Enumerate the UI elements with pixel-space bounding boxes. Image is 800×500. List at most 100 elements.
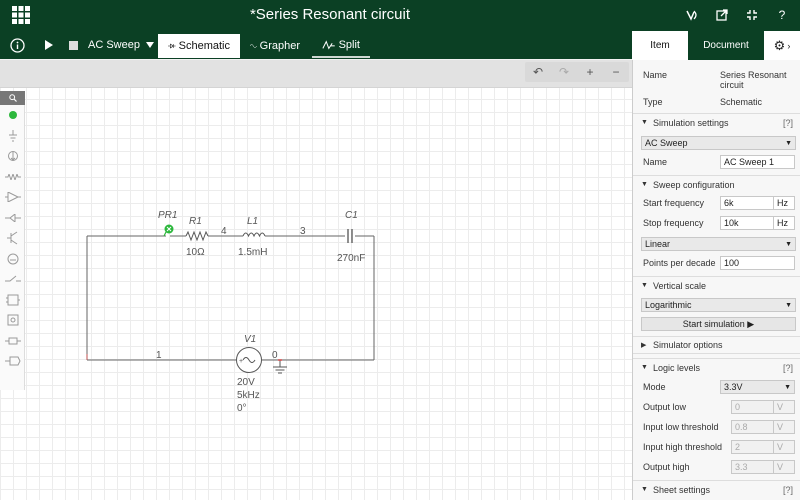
input-low-input[interactable]: 0.8	[731, 420, 774, 434]
logic-mode-value: 3.3V	[724, 382, 743, 392]
start-frequency-unit: Hz	[774, 196, 795, 210]
resistor-r1[interactable]	[185, 230, 209, 242]
v1-phase: 0°	[237, 403, 247, 414]
diode-icon	[168, 43, 176, 49]
hint-icon[interactable]	[684, 7, 700, 23]
analysis-type-value: AC Sweep	[645, 138, 688, 148]
input-high-unit: V	[774, 440, 795, 454]
c1-value: 270nF	[337, 253, 366, 264]
output-low-unit: V	[774, 400, 795, 414]
property-name-value: Series Resonant circuit	[720, 70, 787, 90]
document-title: *Series Resonant circuit	[249, 6, 411, 23]
properties-panel: Name Series Resonant circuit Type Schema…	[632, 60, 800, 500]
vertical-scale-value: Logarithmic	[645, 300, 692, 310]
section-simulator-options[interactable]: ▶ Simulator options	[633, 336, 800, 354]
v1-frequency: 5kHz	[237, 390, 260, 401]
simulation-name-input[interactable]: AC Sweep 1	[720, 155, 795, 169]
section-vertical-scale[interactable]: ▼ Vertical scale	[633, 276, 800, 294]
tab-document[interactable]: Document	[688, 31, 764, 60]
r1-name: R1	[189, 216, 202, 227]
simulation-name-label: Name	[643, 157, 668, 167]
input-high-input[interactable]: 2	[731, 440, 774, 454]
analysis-mode-label: AC Sweep	[88, 39, 140, 51]
simulation-help[interactable]: [?]	[783, 118, 793, 128]
caret-down-icon: ▼	[785, 139, 792, 147]
tab-grapher[interactable]: Grapher	[240, 34, 310, 58]
output-low-label: Output low	[643, 402, 687, 412]
node-1: 1	[156, 350, 162, 361]
triangle-down-icon: ▼	[641, 282, 648, 289]
property-type-label: Type	[643, 97, 663, 107]
vertical-scale-select[interactable]: Logarithmic ▼	[641, 298, 796, 312]
node-0: 0	[272, 350, 278, 361]
probe-label: PR1	[158, 210, 178, 221]
section-sheet-settings[interactable]: ▼ Sheet settings [?]	[633, 480, 800, 498]
stop-button[interactable]	[69, 31, 78, 59]
start-frequency-label: Start frequency	[643, 198, 705, 208]
l1-value: 1.5mH	[238, 247, 268, 258]
property-name-label: Name	[643, 70, 668, 80]
section-logic-levels[interactable]: ▼ Logic levels [?]	[633, 358, 800, 376]
points-per-decade-input[interactable]: 100	[720, 256, 795, 270]
start-simulation-button[interactable]: Start simulation ▶	[641, 317, 796, 331]
sweep-type-select[interactable]: Linear ▼	[641, 237, 796, 251]
open-external-icon[interactable]	[714, 7, 730, 23]
triangle-right-icon: ▶	[641, 342, 647, 349]
triangle-down-icon: ▼	[641, 181, 648, 188]
triangle-down-icon: ▼	[641, 486, 648, 493]
tab-schematic-label: Schematic	[178, 40, 230, 52]
start-frequency-input[interactable]: 6k	[720, 196, 774, 210]
logic-mode-label: Mode	[643, 382, 666, 392]
output-high-label: Output high	[643, 462, 690, 472]
tab-split[interactable]: Split	[312, 34, 370, 58]
voltage-source-v1[interactable]: +	[236, 347, 262, 373]
caret-down-icon: ▼	[785, 301, 792, 309]
circuit-diagram[interactable]: +	[0, 60, 632, 500]
logic-levels-label: Logic levels	[653, 362, 701, 373]
c1-name: C1	[345, 210, 358, 221]
probe-pr1[interactable]	[163, 224, 174, 237]
r1-value: 10Ω	[186, 247, 205, 258]
ground-symbol	[273, 360, 287, 374]
logic-mode-select[interactable]: 3.3V ▼	[720, 380, 795, 394]
analysis-mode-dropdown[interactable]: AC Sweep	[88, 31, 154, 59]
input-low-unit: V	[774, 420, 795, 434]
sweep-type-value: Linear	[645, 239, 671, 249]
triangle-down-icon: ▼	[641, 364, 648, 371]
tab-schematic[interactable]: Schematic	[158, 34, 240, 58]
caret-down-icon: ▼	[785, 240, 792, 248]
section-simulation-settings[interactable]: ▼ Simulation settings [?]	[633, 113, 800, 131]
stop-frequency-input[interactable]: 10k	[720, 216, 774, 230]
sine-wave-icon	[250, 44, 257, 48]
tab-item[interactable]: Item	[632, 31, 688, 60]
points-per-decade-label: Points per decade	[643, 258, 716, 268]
property-type-value: Schematic	[720, 97, 763, 107]
l1-name: L1	[247, 216, 259, 227]
simulation-settings-label: Simulation settings	[653, 117, 729, 128]
chevron-right-icon: ›	[787, 40, 791, 51]
output-low-input[interactable]: 0	[731, 400, 774, 414]
exit-fullscreen-icon[interactable]	[744, 7, 760, 23]
sheet-help[interactable]: [?]	[783, 485, 793, 495]
capacitor-c1[interactable]	[347, 229, 353, 243]
output-high-unit: V	[774, 460, 795, 474]
svg-text:+: +	[239, 358, 243, 365]
node-3: 3	[300, 226, 306, 237]
input-high-label: Input high threshold	[643, 442, 723, 452]
info-button[interactable]	[10, 31, 25, 59]
settings-tab[interactable]: ⚙ ›	[764, 31, 800, 60]
analysis-type-select[interactable]: AC Sweep ▼	[641, 136, 796, 150]
v1-amplitude: 20V	[237, 377, 255, 388]
tab-split-label: Split	[338, 39, 360, 51]
output-high-input[interactable]: 3.3	[731, 460, 774, 474]
help-icon[interactable]: ?	[774, 7, 790, 23]
simulator-options-label: Simulator options	[653, 340, 723, 350]
stop-frequency-label: Stop frequency	[643, 218, 704, 228]
run-button[interactable]	[44, 31, 54, 59]
title-bar: *Series Resonant circuit ?	[0, 0, 800, 31]
inductor-l1[interactable]	[242, 232, 266, 238]
sheet-settings-label: Sheet settings	[653, 484, 711, 495]
section-sweep-configuration[interactable]: ▼ Sweep configuration	[633, 175, 800, 193]
vertical-scale-label: Vertical scale	[653, 280, 707, 291]
logic-help[interactable]: [?]	[783, 363, 793, 373]
